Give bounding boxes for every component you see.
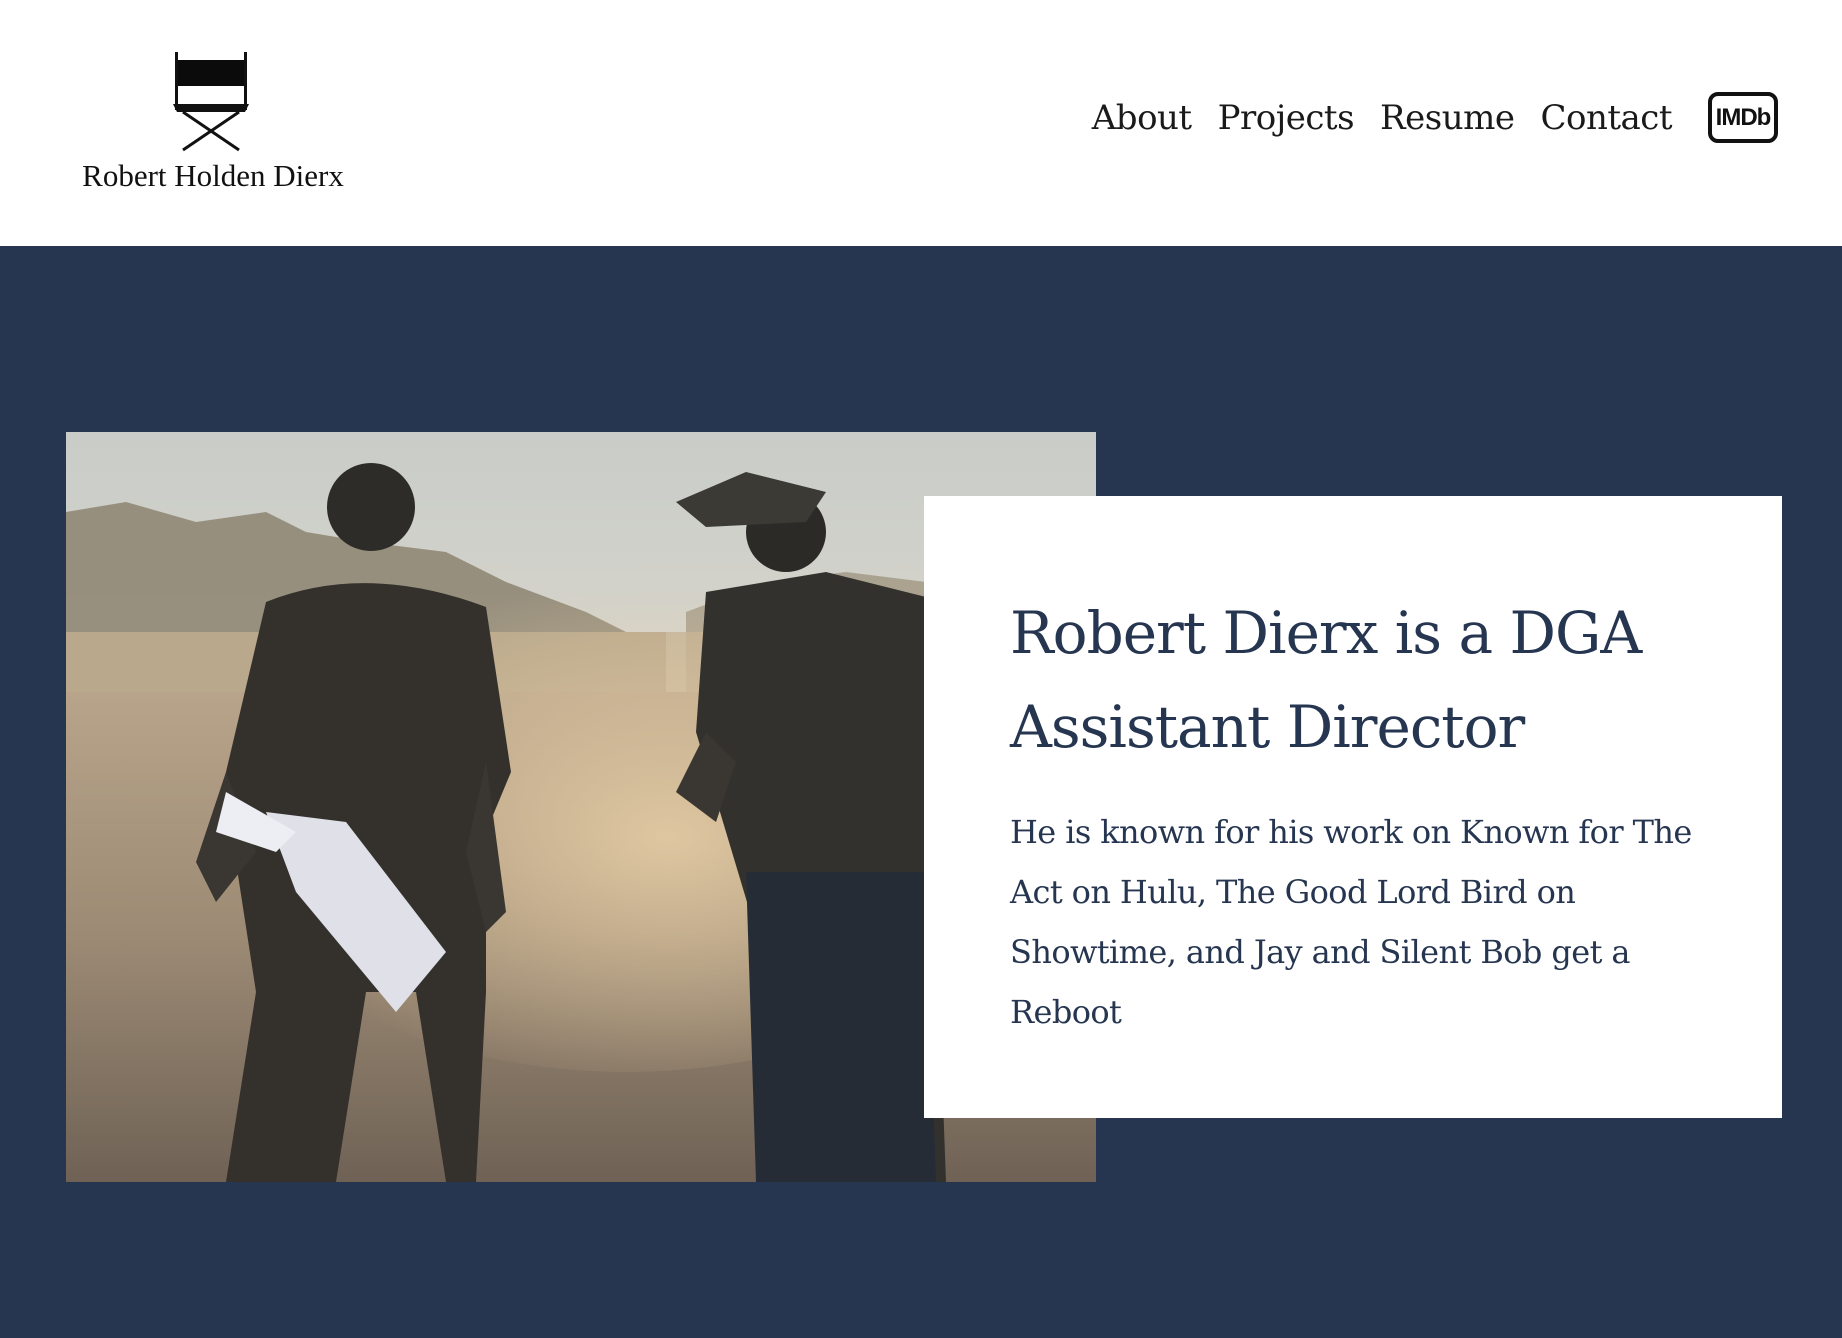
- nav-projects[interactable]: Projects: [1218, 98, 1355, 138]
- hero-description: He is known for his work on Known for Th…: [1010, 813, 1692, 1031]
- nav-resume[interactable]: Resume: [1380, 98, 1515, 138]
- directors-chair-icon: [173, 52, 249, 152]
- logo-text: Robert Holden Dierx: [82, 158, 344, 193]
- hero-section: Robert Dierx is a DGA Assistant Director…: [0, 246, 1842, 1338]
- main-nav: About Projects Resume Contact IMDb: [1092, 92, 1778, 143]
- intro-card: Robert Dierx is a DGA Assistant Director…: [924, 496, 1782, 1118]
- site-header: Robert Holden Dierx About Projects Resum…: [0, 0, 1842, 246]
- nav-about[interactable]: About: [1092, 98, 1192, 138]
- imdb-label: IMDb: [1715, 103, 1772, 131]
- nav-contact[interactable]: Contact: [1540, 98, 1672, 138]
- site-logo[interactable]: Robert Holden Dierx: [68, 48, 358, 198]
- imdb-icon[interactable]: IMDb: [1708, 92, 1778, 143]
- hero-title: Robert Dierx is a DGA Assistant Director: [1010, 599, 1642, 761]
